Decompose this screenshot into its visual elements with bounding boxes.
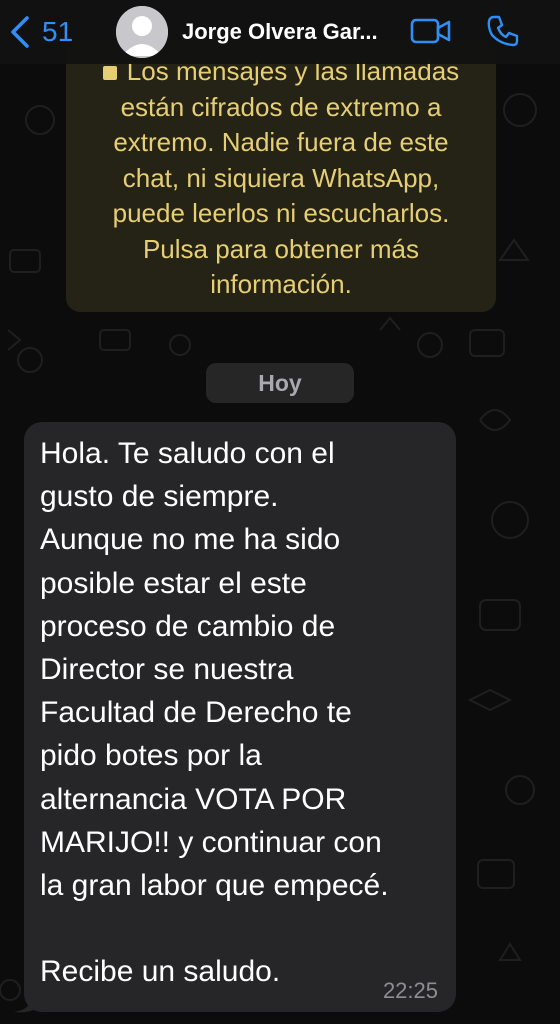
voice-call-button[interactable] <box>486 14 520 53</box>
chat-header: 51 Jorge Olvera Gar... <box>0 0 560 64</box>
back-button[interactable]: 51 <box>10 12 73 52</box>
unread-count: 51 <box>42 16 74 47</box>
chevron-left-icon <box>11 16 29 48</box>
encryption-line: puede leerlos ni escucharlos. <box>112 198 450 228</box>
chat-screen: 51 Jorge Olvera Gar... Los mensajes y la… <box>0 0 560 1024</box>
encryption-line: Pulsa para obtener más <box>142 233 420 264</box>
contact-name[interactable]: Jorge Olvera Gar... <box>182 19 394 45</box>
phone-icon <box>487 15 519 47</box>
encryption-line: extremo. Nadie fuera de este <box>113 127 449 157</box>
encryption-line: están cifrados de extremo a <box>120 91 442 122</box>
video-camera-icon <box>410 18 451 44</box>
lock-icon <box>102 66 117 81</box>
encryption-notice[interactable]: Los mensajes y las llamadas están cifrad… <box>66 40 496 312</box>
message-time: 22:25 <box>382 978 438 1003</box>
date-separator: Hoy <box>206 363 354 403</box>
video-call-button[interactable] <box>410 16 452 51</box>
default-avatar-icon <box>116 6 168 58</box>
incoming-message[interactable]: Hola. Te saludo con el gusto de siempre.… <box>24 422 456 1012</box>
encryption-line: información. <box>210 269 352 299</box>
message-text: Hola. Te saludo con el gusto de siempre.… <box>40 437 389 989</box>
avatar[interactable] <box>116 6 168 58</box>
encryption-line: chat, ni siquiera WhatsApp, <box>122 162 440 193</box>
